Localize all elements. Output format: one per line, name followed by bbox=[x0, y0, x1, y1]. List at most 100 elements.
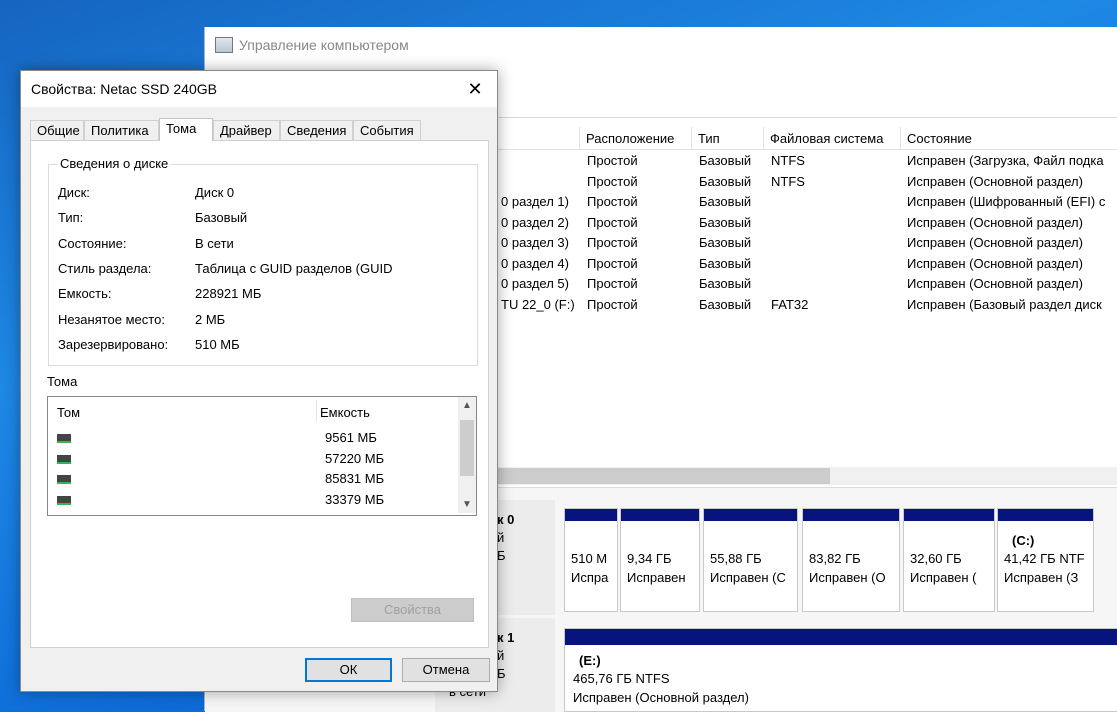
cell-status: Исправен (Загрузка, Файл подка bbox=[907, 153, 1104, 168]
disk-0-size: Б bbox=[497, 548, 506, 563]
vertical-scrollbar[interactable]: ▲ ▼ bbox=[458, 397, 476, 513]
cell-layout: Простой bbox=[587, 296, 638, 312]
cell-fs: NTFS bbox=[771, 173, 805, 189]
partition-block[interactable]: 510 М Испра bbox=[564, 508, 618, 612]
column-capacity[interactable]: Емкость bbox=[320, 405, 370, 420]
disk-0-name: к 0 bbox=[497, 512, 515, 527]
cell-status: Исправен (Основной раздел) bbox=[907, 276, 1083, 291]
partition-block[interactable]: 83,82 ГБ Исправен (О bbox=[802, 508, 900, 612]
volume-list-item[interactable]: 33379 МБ bbox=[48, 491, 453, 511]
tab-volumes[interactable]: Тома bbox=[159, 118, 213, 141]
partition-block[interactable]: 9,34 ГБ Исправен bbox=[620, 508, 700, 612]
property-label: Состояние: bbox=[58, 235, 127, 251]
volumes-list[interactable]: Том Емкость 9561 МБ 57220 МБ 85831 МБ 33379… bbox=[47, 396, 477, 516]
partition-status: Исправен ( bbox=[910, 570, 977, 585]
property-value: В сети bbox=[195, 235, 234, 251]
scroll-thumb[interactable] bbox=[460, 420, 474, 476]
disk-1-size: Б bbox=[497, 666, 506, 681]
column-type[interactable]: Тип bbox=[691, 127, 763, 149]
drive-icon bbox=[57, 475, 71, 484]
cell-layout: Простой bbox=[587, 214, 638, 230]
cell-vol: 0 раздел 5) bbox=[501, 276, 569, 291]
partition-status: Исправен (Основной раздел) bbox=[573, 690, 749, 705]
window-title: Управление компьютером bbox=[239, 37, 409, 53]
disk-1-type: й bbox=[497, 648, 505, 663]
tab-details[interactable]: Сведения bbox=[280, 120, 353, 140]
property-label: Незанятое место: bbox=[58, 311, 165, 327]
property-value: Базовый bbox=[195, 210, 248, 226]
cell-status: Исправен (Основной раздел) bbox=[907, 235, 1083, 250]
partition-bar bbox=[803, 509, 899, 521]
partition-bar bbox=[704, 509, 797, 521]
tab-policy[interactable]: Политика bbox=[84, 120, 159, 140]
tab-general[interactable]: Общие bbox=[30, 120, 84, 140]
partition-e[interactable]: (E:) 465,76 ГБ NTFS Исправен (Основной р… bbox=[564, 628, 1117, 712]
partition-block[interactable]: (C:) 41,42 ГБ NTF Исправен (З bbox=[997, 508, 1094, 612]
cell-layout: Простой bbox=[587, 173, 638, 189]
volume-list-item[interactable]: 57220 МБ bbox=[48, 450, 453, 470]
property-label: Емкость: bbox=[58, 286, 112, 302]
disk-info-group: Сведения о диске Диск: Диск 0 Тип: Базовый С… bbox=[48, 156, 478, 366]
cell-fs: FAT32 bbox=[771, 296, 809, 312]
cell-vol: 0 раздел 2) bbox=[501, 214, 569, 230]
partition-bar bbox=[565, 629, 1117, 645]
partition-status: Исправен bbox=[627, 570, 686, 585]
property-label: Диск: bbox=[58, 185, 90, 200]
disk-1-name: к 1 bbox=[497, 630, 515, 645]
volumes-tab-panel: Сведения о диске Диск: Диск 0 Тип: Базовый С… bbox=[30, 140, 489, 648]
volume-capacity: 57220 МБ bbox=[325, 450, 385, 466]
tab-events[interactable]: События bbox=[353, 120, 421, 140]
cell-vol: TU 22_0 (F:) bbox=[501, 296, 575, 312]
cell-type: Базовый bbox=[699, 153, 752, 168]
column-volume[interactable]: Том bbox=[57, 405, 80, 420]
scroll-down-icon[interactable]: ▼ bbox=[458, 496, 476, 513]
close-icon[interactable]: ✕ bbox=[453, 71, 497, 107]
cell-type: Базовый bbox=[699, 255, 752, 271]
cell-status: Исправен (Основной раздел) bbox=[907, 173, 1083, 189]
volume-capacity: 9561 МБ bbox=[325, 430, 377, 445]
volume-list-item[interactable]: 85831 МБ bbox=[48, 470, 453, 490]
partition-status: Исправен (З bbox=[1004, 570, 1079, 585]
scroll-up-icon[interactable]: ▲ bbox=[458, 397, 476, 414]
property-label: Зарезервировано: bbox=[58, 336, 169, 352]
cell-status: Исправен (Базовый раздел диск bbox=[907, 296, 1102, 312]
volume-capacity: 85831 МБ bbox=[325, 471, 385, 486]
cell-vol: 0 раздел 1) bbox=[501, 194, 569, 209]
window-titlebar[interactable]: Управление компьютером bbox=[205, 27, 1117, 63]
cell-type: Базовый bbox=[699, 276, 752, 291]
partition-block[interactable]: 32,60 ГБ Исправен ( bbox=[903, 508, 995, 612]
partition-block[interactable]: 55,88 ГБ Исправен (С bbox=[703, 508, 798, 612]
cell-vol: 0 раздел 3) bbox=[501, 235, 569, 250]
partition-size: 55,88 ГБ bbox=[710, 551, 762, 566]
partition-size: 9,34 ГБ bbox=[627, 551, 672, 566]
cancel-button[interactable]: Отмена bbox=[402, 658, 490, 682]
property-value: 510 МБ bbox=[195, 336, 240, 352]
cell-layout: Простой bbox=[587, 255, 638, 271]
cell-fs: NTFS bbox=[771, 153, 805, 168]
column-filesystem[interactable]: Файловая система bbox=[763, 127, 900, 149]
partition-size: 41,42 ГБ NTF bbox=[1004, 551, 1085, 566]
partition-name: (C:) bbox=[1012, 533, 1035, 548]
computer-management-icon bbox=[215, 37, 233, 53]
column-layout[interactable]: Расположение bbox=[579, 127, 691, 149]
cell-type: Базовый bbox=[699, 214, 752, 230]
property-value: 2 МБ bbox=[195, 311, 226, 327]
partition-size: 465,76 ГБ NTFS bbox=[573, 671, 670, 686]
column-status[interactable]: Состояние bbox=[900, 127, 1117, 149]
drive-icon bbox=[57, 495, 71, 505]
cell-status: Исправен (Основной раздел) bbox=[907, 214, 1083, 230]
property-value: Диск 0 bbox=[195, 185, 235, 200]
partition-status: Испра bbox=[571, 570, 609, 585]
ok-button[interactable]: ОК bbox=[305, 658, 392, 682]
dialog-title: Свойства: Netac SSD 240GB bbox=[31, 81, 217, 97]
volume-properties-button[interactable]: Свойства bbox=[351, 598, 474, 622]
volume-capacity: 33379 МБ bbox=[325, 491, 385, 507]
cell-type: Базовый bbox=[699, 173, 752, 189]
property-label: Стиль раздела: bbox=[58, 260, 152, 276]
dialog-titlebar[interactable]: Свойства: Netac SSD 240GB ✕ bbox=[21, 71, 497, 107]
volume-list-item[interactable]: 9561 МБ bbox=[48, 429, 453, 449]
partition-status: Исправен (О bbox=[809, 570, 886, 585]
tab-driver[interactable]: Драйвер bbox=[213, 120, 280, 140]
disk-0-type: й bbox=[497, 530, 505, 545]
column-divider[interactable] bbox=[316, 400, 317, 422]
